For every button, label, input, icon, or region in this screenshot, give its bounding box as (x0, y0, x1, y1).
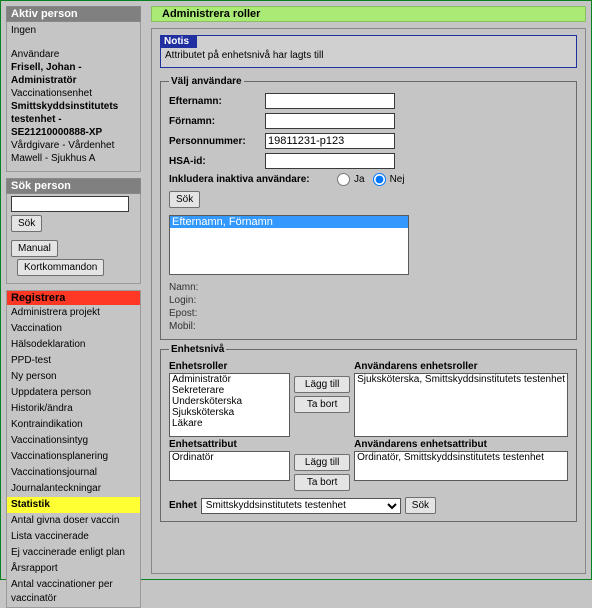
search-user-legend: Välj användare (169, 76, 244, 87)
list-item[interactable]: Undersköterska (170, 396, 289, 407)
nav-item[interactable]: Antal vaccinationer per vaccinatör (7, 577, 140, 607)
nav-item[interactable]: Statistik (7, 497, 140, 513)
found-users-list[interactable]: Efternamn, Förnamn (169, 215, 409, 275)
notice: Notis Attributet på enhetsnivå har lagts… (160, 35, 577, 68)
vacc-unit-label: Vaccinationsenhet (11, 87, 136, 100)
nav-item[interactable]: Administrera projekt (7, 305, 140, 321)
nav-item[interactable]: Lista vaccinerade (7, 529, 140, 545)
roles-list[interactable]: AdministratörSekreterareUndersköterskaSj… (169, 373, 290, 437)
add-role-button[interactable]: Lägg till (294, 376, 350, 393)
add-attr-button[interactable]: Lägg till (294, 454, 350, 471)
personnummer-label: Personnummer: (169, 136, 265, 147)
nav-item[interactable]: PPD-test (7, 353, 140, 369)
page-title: Administrera roller (151, 6, 586, 22)
main: Administrera roller Notis Attributet på … (151, 6, 586, 574)
ja-radio[interactable] (337, 173, 350, 186)
nav-header: Registrera (7, 291, 140, 305)
remove-attr-button[interactable]: Ta bort (294, 474, 350, 491)
remove-role-button[interactable]: Ta bort (294, 396, 350, 413)
mobil-label: Mobil: (169, 321, 196, 332)
namn-label: Namn: (169, 282, 198, 293)
list-item[interactable]: Sekreterare (170, 385, 289, 396)
nej-label: Nej (390, 174, 405, 185)
nav-item[interactable]: Ej vaccinerade enligt plan (7, 545, 140, 561)
enhet-label: Enhet (169, 500, 197, 511)
search-person-button[interactable]: Sök (11, 215, 42, 232)
user-roles-label: Användarens enhetsroller (354, 361, 568, 372)
efternamn-input[interactable] (265, 93, 395, 109)
nav-item[interactable]: Vaccinationsintyg (7, 433, 140, 449)
search-user-button[interactable]: Sök (169, 191, 200, 208)
list-item[interactable]: Sjuksköterska (170, 407, 289, 418)
nav-item[interactable]: Kontraindikation (7, 417, 140, 433)
nav-item[interactable]: Journalanteckningar (7, 481, 140, 497)
nav-item[interactable]: Årsrapport (7, 561, 140, 577)
ja-label: Ja (354, 174, 365, 185)
search-person-header: Sök person (6, 178, 141, 194)
active-person-value: Ingen (11, 24, 136, 37)
enhet-legend: Enhetsnivå (169, 344, 226, 355)
active-person-box: Ingen Användare Frisell, Johan - Adminis… (6, 22, 141, 172)
fornamn-input[interactable] (265, 113, 395, 129)
kortkommandon-button[interactable]: Kortkommandon (17, 259, 104, 276)
list-item[interactable]: Läkare (170, 418, 289, 429)
hsa-label: HSA-id: (169, 156, 265, 167)
user-attrs-list[interactable]: Ordinatör, Smittskyddsinstitutets testen… (354, 451, 568, 481)
enhet-search-button[interactable]: Sök (405, 497, 436, 514)
include-inactive-label: Inkludera inaktiva användare: (169, 174, 329, 185)
search-person-box: Sök Manual Kortkommandon (6, 194, 141, 284)
attrs-list[interactable]: Ordinatör (169, 451, 290, 481)
nav: Registrera Administrera projektVaccinati… (6, 290, 141, 608)
nav-item[interactable]: Vaccination (7, 321, 140, 337)
nav-item[interactable]: Historik/ändra (7, 401, 140, 417)
search-user-fieldset: Välj användare Efternamn: Förnamn: Perso… (160, 76, 577, 340)
attr-label: Enhetsattribut (169, 439, 290, 450)
manual-button[interactable]: Manual (11, 240, 58, 257)
list-item[interactable]: Efternamn, Förnamn (170, 216, 408, 228)
list-item[interactable]: Ordinatör (170, 452, 289, 463)
care-label: Vårdgivare - Vårdenhet (11, 139, 136, 152)
list-item[interactable]: Sjuksköterska, Smittskyddsinstitutets te… (355, 374, 567, 385)
search-person-input[interactable] (11, 196, 129, 212)
user-attr-label: Användarens enhetsattribut (354, 439, 568, 450)
vacc-unit-value: Smittskyddsinstitutets testenhet - SE212… (11, 101, 118, 138)
efternamn-label: Efternamn: (169, 96, 265, 107)
list-item[interactable]: Administratör (170, 374, 289, 385)
notice-header: Notis (160, 35, 197, 48)
list-item[interactable]: Ordinatör, Smittskyddsinstitutets testen… (355, 452, 567, 463)
nav-item[interactable]: Ny person (7, 369, 140, 385)
login-label: Login: (169, 295, 196, 306)
nav-item[interactable]: Antal givna doser vaccin (7, 513, 140, 529)
user-roles-list[interactable]: Sjuksköterska, Smittskyddsinstitutets te… (354, 373, 568, 437)
care-value: Mawell - Sjukhus A (11, 152, 136, 165)
main-panel: Notis Attributet på enhetsnivå har lagts… (151, 28, 586, 574)
nav-item[interactable]: Vaccinationsjournal (7, 465, 140, 481)
nav-item[interactable]: Uppdatera person (7, 385, 140, 401)
enhet-select[interactable]: Smittskyddsinstitutets testenhet (201, 498, 401, 514)
fornamn-label: Förnamn: (169, 116, 265, 127)
personnummer-input[interactable] (265, 133, 395, 149)
nej-radio[interactable] (373, 173, 386, 186)
active-person-header: Aktiv person (6, 6, 141, 22)
notice-body: Attributet på enhetsnivå har lagts till (161, 50, 576, 61)
epost-label: Epost: (169, 308, 197, 319)
nav-item[interactable]: Hälsodeklaration (7, 337, 140, 353)
sidebar: Aktiv person Ingen Användare Frisell, Jo… (6, 6, 141, 574)
nav-item[interactable]: Vaccinationsplanering (7, 449, 140, 465)
enhet-fieldset: Enhetsnivå Enhetsroller AdministratörSek… (160, 344, 577, 522)
hsa-input[interactable] (265, 153, 395, 169)
user-label: Användare (11, 48, 136, 61)
user-name: Frisell, Johan - Administratör (11, 62, 82, 86)
roles-label: Enhetsroller (169, 361, 290, 372)
